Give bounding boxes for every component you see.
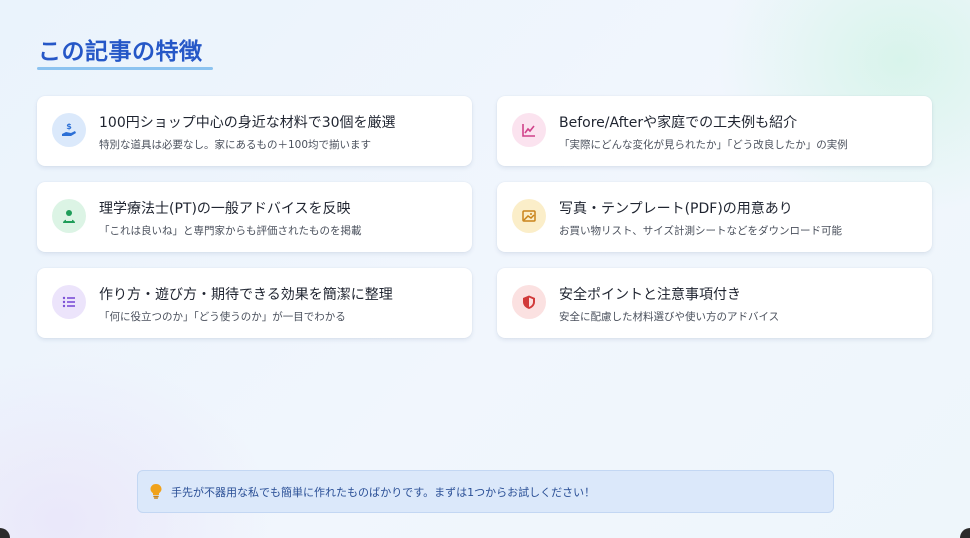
- feature-card: Before/Afterや家庭での工夫例も紹介 「実際にどんな変化が見られたか」…: [497, 96, 932, 166]
- lightbulb-icon: [149, 483, 163, 503]
- feature-card: 安全ポイントと注意事項付き 安全に配慮した材料選びや使い方のアドバイス: [497, 268, 932, 338]
- svg-text:$: $: [66, 122, 72, 131]
- feature-description: 特別な道具は必要なし。家にあるもの＋100均で揃います: [99, 139, 372, 151]
- feature-description: 「実際にどんな変化が見られたか」「どう改良したか」の実例: [559, 139, 848, 151]
- list-icon: [52, 285, 86, 319]
- feature-description: お買い物リスト、サイズ計測シートなどをダウンロード可能: [559, 225, 842, 237]
- therapist-icon: [52, 199, 86, 233]
- hand-coin-icon: $: [52, 113, 86, 147]
- feature-title: Before/Afterや家庭での工夫例も紹介: [559, 115, 798, 131]
- feature-description: 「何に役立つのか」「どう使うのか」が一目でわかる: [99, 311, 346, 323]
- tip-banner: 手先が不器用な私でも簡単に作れたものばかりです。まずは1つからお試しください！: [137, 470, 834, 513]
- image-icon: [512, 199, 546, 233]
- page-title: この記事の特徴: [38, 39, 203, 65]
- feature-title: 安全ポイントと注意事項付き: [559, 287, 741, 303]
- feature-card: 写真・テンプレート(PDF)の用意あり お買い物リスト、サイズ計測シートなどをダ…: [497, 182, 932, 252]
- feature-card: 理学療法士(PT)の一般アドバイスを反映 「これは良いね」と専門家からも評価され…: [37, 182, 472, 252]
- chart-line-icon: [512, 113, 546, 147]
- feature-description: 安全に配慮した材料選びや使い方のアドバイス: [559, 311, 780, 323]
- feature-card: 作り方・遊び方・期待できる効果を簡潔に整理 「何に役立つのか」「どう使うのか」が…: [37, 268, 472, 338]
- feature-title: 写真・テンプレート(PDF)の用意あり: [559, 201, 793, 217]
- title-underline: [37, 67, 213, 70]
- feature-description: 「これは良いね」と専門家からも評価されたものを掲載: [99, 225, 362, 237]
- shield-icon: [512, 285, 546, 319]
- feature-card: $ 100円ショップ中心の身近な材料で30個を厳選 特別な道具は必要なし。家にあ…: [37, 96, 472, 166]
- tip-text: 手先が不器用な私でも簡単に作れたものばかりです。まずは1つからお試しください！: [171, 486, 596, 499]
- feature-title: 100円ショップ中心の身近な材料で30個を厳選: [99, 115, 396, 131]
- feature-title: 作り方・遊び方・期待できる効果を簡潔に整理: [99, 287, 393, 303]
- feature-title: 理学療法士(PT)の一般アドバイスを反映: [99, 201, 351, 217]
